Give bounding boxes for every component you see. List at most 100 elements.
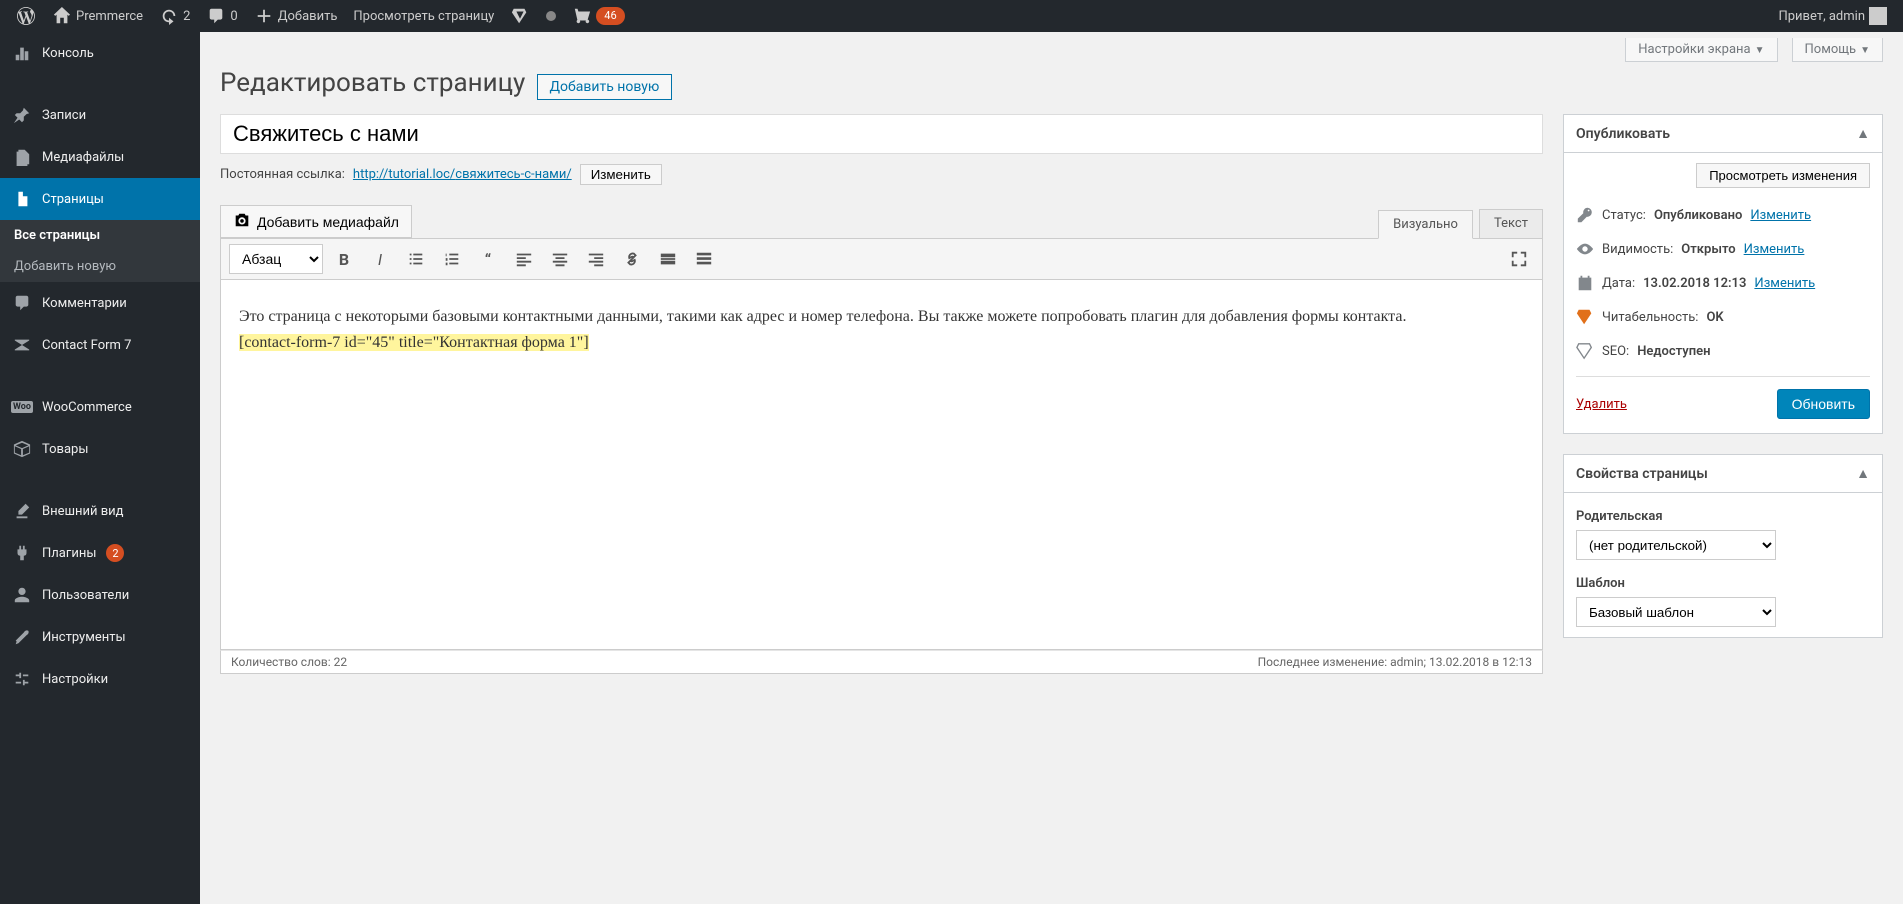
menu-dashboard[interactable]: Консоль: [0, 32, 200, 74]
triangle-up-icon[interactable]: ▲: [1856, 465, 1870, 482]
camera-icon: [233, 211, 251, 232]
user-icon: [12, 585, 32, 605]
parent-label: Родительская: [1576, 509, 1870, 524]
status-row: Статус: Опубликовано Изменить: [1576, 198, 1870, 232]
yoast-readability-icon: [1576, 308, 1594, 326]
add-media-button[interactable]: Добавить медиафайл: [220, 205, 412, 238]
editor-footer: Количество слов: 22 Последнее изменение:…: [220, 650, 1543, 674]
triangle-up-icon[interactable]: ▲: [1856, 125, 1870, 142]
seo-row: SEO: Недоступен: [1576, 334, 1870, 368]
publish-box: Опубликовать ▲ Просмотреть изменения Ста…: [1563, 114, 1883, 434]
align-left-button[interactable]: [509, 244, 539, 274]
key-icon: [1576, 206, 1594, 224]
bullet-list-button[interactable]: [401, 244, 431, 274]
text-tab[interactable]: Текст: [1479, 209, 1543, 238]
menu-products[interactable]: Товары: [0, 428, 200, 470]
site-name: Premmerce: [76, 9, 143, 24]
update-button[interactable]: Обновить: [1777, 389, 1870, 419]
plug-icon: [12, 543, 32, 563]
fullscreen-button[interactable]: [1504, 244, 1534, 274]
align-center-button[interactable]: [545, 244, 575, 274]
edit-visibility-link[interactable]: Изменить: [1744, 242, 1805, 257]
triangle-down-icon: ▼: [1860, 45, 1870, 56]
menu-settings[interactable]: Настройки: [0, 658, 200, 700]
parent-select[interactable]: (нет родительской): [1576, 530, 1776, 560]
wp-logo[interactable]: [8, 0, 44, 32]
editor-toolbar: Абзац B I “: [220, 238, 1543, 280]
link-button[interactable]: [617, 244, 647, 274]
comments-link[interactable]: 0: [198, 0, 245, 32]
menu-media[interactable]: Медиафайлы: [0, 136, 200, 178]
menu-plugins[interactable]: Плагины2: [0, 532, 200, 574]
sliders-icon: [12, 669, 32, 689]
refresh-icon: [159, 6, 179, 26]
delete-link[interactable]: Удалить: [1576, 397, 1627, 412]
readmore-button[interactable]: [653, 244, 683, 274]
yoast-icon: [510, 6, 530, 26]
submenu-add-page[interactable]: Добавить новую: [0, 251, 200, 282]
numbered-list-button[interactable]: [437, 244, 467, 274]
date-row: Дата: 13.02.2018 12:13 Изменить: [1576, 266, 1870, 300]
editor-content[interactable]: Это страница с некоторыми базовыми конта…: [220, 280, 1543, 650]
visibility-row: Видимость: Открыто Изменить: [1576, 232, 1870, 266]
plus-icon: [254, 6, 274, 26]
calendar-icon: [1576, 274, 1594, 292]
align-right-button[interactable]: [581, 244, 611, 274]
toolbar-toggle-button[interactable]: [689, 244, 719, 274]
pages-submenu: Все страницы Добавить новую: [0, 220, 200, 282]
yoast-seo-icon: [1576, 342, 1594, 360]
menu-posts[interactable]: Записи: [0, 94, 200, 136]
readability-row: Читабельность: OK: [1576, 300, 1870, 334]
status-dot[interactable]: [538, 0, 564, 32]
menu-cf7[interactable]: Contact Form 7: [0, 324, 200, 366]
content-paragraph: Это страница с некоторыми базовыми конта…: [239, 304, 1524, 330]
add-new-link[interactable]: Добавить: [246, 0, 346, 32]
post-title-input[interactable]: [220, 114, 1543, 154]
preview-button[interactable]: Просмотреть изменения: [1696, 163, 1870, 188]
menu-tools[interactable]: Инструменты: [0, 616, 200, 658]
account-link[interactable]: Привет, admin: [1770, 0, 1895, 32]
woocommerce-icon: Woo: [12, 397, 32, 417]
format-select[interactable]: Абзац: [229, 244, 323, 274]
help-tab[interactable]: Помощь▼: [1792, 38, 1883, 62]
attributes-box-title: Свойства страницы: [1576, 466, 1708, 482]
screen-options-tab[interactable]: Настройки экрана▼: [1625, 38, 1777, 62]
plugins-badge: 2: [106, 544, 124, 562]
page-title: Редактировать страницу: [220, 68, 525, 98]
comments-icon: [12, 293, 32, 313]
media-icon: [12, 147, 32, 167]
menu-comments[interactable]: Комментарии: [0, 282, 200, 324]
yoast-link[interactable]: [502, 0, 538, 32]
cart-icon: [572, 6, 592, 26]
template-label: Шаблон: [1576, 576, 1870, 591]
edit-date-link[interactable]: Изменить: [1754, 276, 1815, 291]
dashboard-icon: [12, 43, 32, 63]
pin-icon: [12, 105, 32, 125]
permalink-link[interactable]: http://tutorial.loc/свяжитесь-с-нами/: [353, 167, 572, 182]
last-edited: Последнее изменение: admin; 13.02.2018 в…: [1258, 655, 1532, 669]
bold-button[interactable]: B: [329, 244, 359, 274]
circle-icon: [546, 11, 556, 21]
menu-pages[interactable]: Страницы: [0, 178, 200, 220]
add-new-button[interactable]: Добавить новую: [537, 74, 673, 100]
visual-tab[interactable]: Визуально: [1378, 210, 1473, 239]
edit-permalink-button[interactable]: Изменить: [580, 164, 662, 185]
box-icon: [12, 439, 32, 459]
page-attributes-box: Свойства страницы ▲ Родительская (нет ро…: [1563, 454, 1883, 638]
submenu-all-pages[interactable]: Все страницы: [0, 220, 200, 251]
word-count: 22: [334, 655, 348, 669]
view-page-link[interactable]: Просмотреть страницу: [345, 0, 502, 32]
cart-link[interactable]: 46: [564, 0, 632, 32]
edit-status-link[interactable]: Изменить: [1750, 208, 1811, 223]
menu-woocommerce[interactable]: WooWooCommerce: [0, 386, 200, 428]
template-select[interactable]: Базовый шаблон: [1576, 597, 1776, 627]
updates-link[interactable]: 2: [151, 0, 198, 32]
menu-appearance[interactable]: Внешний вид: [0, 490, 200, 532]
menu-users[interactable]: Пользователи: [0, 574, 200, 616]
avatar-icon: [1869, 7, 1887, 25]
quote-button[interactable]: “: [473, 244, 503, 274]
content-area: Настройки экрана▼ Помощь▼ Редактировать …: [200, 32, 1903, 694]
site-name-link[interactable]: Premmerce: [44, 0, 151, 32]
comment-icon: [206, 6, 226, 26]
italic-button[interactable]: I: [365, 244, 395, 274]
